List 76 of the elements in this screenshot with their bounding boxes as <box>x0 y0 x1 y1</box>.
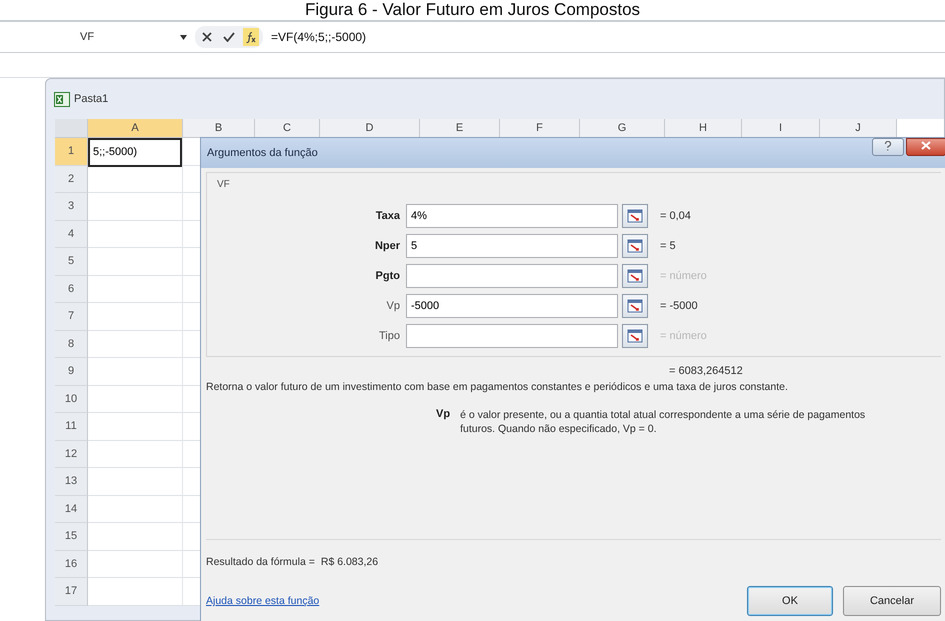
collapse-dialog-icon <box>627 329 643 343</box>
function-name: VF <box>217 179 231 190</box>
collapse-dialog-button[interactable] <box>622 264 648 288</box>
column-header[interactable]: H <box>665 119 742 138</box>
argument-label: Pgto <box>376 270 401 282</box>
column-header[interactable]: F <box>500 119 580 138</box>
collapse-dialog-button[interactable] <box>622 324 648 348</box>
row-header[interactable]: 10 <box>55 386 88 413</box>
collapse-dialog-icon <box>627 239 643 253</box>
column-header[interactable]: I <box>742 119 820 138</box>
row-header[interactable]: 12 <box>55 440 88 468</box>
column-header[interactable]: A <box>88 119 183 138</box>
row-header[interactable]: 7 <box>55 303 88 330</box>
column-header[interactable]: B <box>183 119 255 138</box>
row-header[interactable]: 15 <box>55 523 88 550</box>
argument-help-name: Vp <box>436 408 450 422</box>
row-header[interactable]: 13 <box>55 468 88 496</box>
argument-field[interactable]: 5 <box>406 234 618 258</box>
function-description: Retorna o valor futuro de um investimento com base em pagamentos constantes e periódicos e uma taxa de juros constante. <box>206 380 789 394</box>
formula-text[interactable]: =VF(4%;5;;-5000) <box>271 30 366 44</box>
collapse-dialog-button[interactable] <box>622 204 648 228</box>
row-header[interactable]: 9 <box>55 358 88 386</box>
row-header[interactable]: 17 <box>55 578 88 606</box>
argument-result: = 0,04 <box>660 210 692 222</box>
argument-result: = número <box>660 270 708 282</box>
row-header[interactable]: 8 <box>55 330 88 358</box>
help-button[interactable] <box>872 138 904 156</box>
figure-caption: Figura 6 - Valor Futuro em Juros Compostos <box>304 0 642 20</box>
argument-field[interactable] <box>406 324 618 348</box>
spreadsheet-icon <box>54 92 70 106</box>
column-header[interactable]: E <box>420 119 500 138</box>
ok-button[interactable]: OK <box>747 586 833 616</box>
argument-label: Nper <box>374 240 401 252</box>
argument-label: Vp <box>386 300 401 312</box>
dropdown-icon[interactable] <box>180 32 187 42</box>
column-header[interactable]: G <box>580 119 665 138</box>
name-box[interactable]: VF <box>0 31 180 43</box>
column-header[interactable]: C <box>255 119 320 138</box>
close-button[interactable] <box>906 138 945 156</box>
dialog-title: Argumentos da função <box>207 147 318 159</box>
argument-result: = número <box>660 330 708 342</box>
argument-result: = 5 <box>660 240 677 252</box>
collapse-dialog-icon <box>627 269 643 283</box>
argument-field[interactable]: -5000 <box>406 294 618 318</box>
column-header[interactable]: J <box>820 119 897 138</box>
row-header[interactable]: 11 <box>55 413 88 440</box>
argument-result: = -5000 <box>660 300 699 312</box>
select-all-corner[interactable] <box>55 119 88 138</box>
row-header[interactable]: 14 <box>55 496 88 523</box>
active-cell[interactable]: 5;;-5000) <box>88 138 182 166</box>
workbook-title: Pasta1 <box>74 93 108 105</box>
row-header[interactable]: 5 <box>55 248 88 276</box>
row-header[interactable]: 1 <box>55 138 88 166</box>
formula-result-value: R$ 6.083,26 <box>320 556 378 568</box>
function-result: = 6083,264512 <box>669 365 744 377</box>
insert-function-icon[interactable] <box>243 28 259 46</box>
row-header[interactable]: 2 <box>55 166 88 193</box>
cancel-button[interactable]: Cancelar <box>843 586 941 616</box>
argument-help-text: é o valor presente, ou a quantia total atual correspondente a uma série de pagamentos futuros. Quando não especificado, Vp = 0. <box>460 408 866 436</box>
collapse-dialog-button[interactable] <box>622 294 648 318</box>
collapse-dialog-icon <box>627 209 643 223</box>
argument-field[interactable] <box>406 264 618 288</box>
row-header[interactable]: 6 <box>55 276 88 303</box>
argument-field[interactable]: 4% <box>406 204 618 228</box>
collapse-dialog-button[interactable] <box>622 234 648 258</box>
formula-result-label: Resultado da fórmula = <box>206 556 315 568</box>
argument-label: Taxa <box>376 210 401 222</box>
help-link[interactable]: Ajuda sobre esta função <box>206 595 320 607</box>
row-header[interactable]: 16 <box>55 550 88 578</box>
row-header[interactable]: 3 <box>55 193 88 220</box>
collapse-dialog-icon <box>627 299 643 313</box>
close-icon <box>921 141 931 150</box>
row-header[interactable]: 4 <box>55 220 88 248</box>
question-mark-icon <box>884 140 892 150</box>
column-header[interactable]: D <box>320 119 420 138</box>
argument-label: Tipo <box>379 330 401 342</box>
